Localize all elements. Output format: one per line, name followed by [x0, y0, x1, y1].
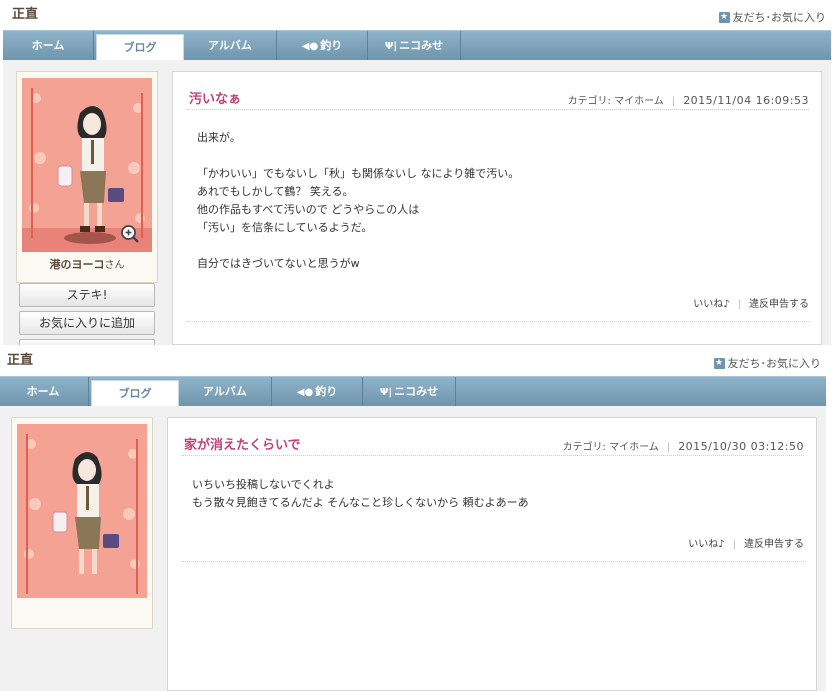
tab-blog[interactable]: ブログ — [91, 380, 179, 408]
tab-album[interactable]: アルバム — [179, 377, 272, 406]
blog-post: 家が消えたくらいで カテゴリ: マイホーム | 2015/10/30 03:12:5… — [167, 417, 817, 691]
title-divider — [187, 109, 809, 110]
post-date: 2015/10/30 03:12:50 — [678, 440, 804, 453]
post-body: いちいち投稿しないでくれよ もう散々見飽きてるんだよ そんなこと珍しくないから … — [192, 478, 529, 509]
blog-panel-2: 正直 ★ 友だち･お気に入り ホーム ブログ アルバム ◀● 釣り Ψ| ニコみせ — [0, 346, 827, 691]
like-button[interactable]: いいね♪ — [688, 539, 724, 550]
tab-home[interactable]: ホーム — [0, 377, 89, 406]
post-category[interactable]: カテゴリ: マイホーム — [563, 442, 659, 453]
friends-favorites-link[interactable]: ★ 友だち･お気に入り — [718, 9, 827, 25]
tab-fishing[interactable]: ◀● 釣り — [272, 377, 363, 406]
fork-knife-icon: Ψ| — [384, 41, 398, 52]
post-actions: いいね♪ | 違反申告する — [693, 299, 809, 310]
like-button[interactable]: いいね♪ — [693, 299, 729, 310]
post-body: 出来が。 「かわいい」でもないし「秋」も関係ないし なにより雑で汚い。 あれでも… — [197, 131, 520, 270]
tab-nikomise[interactable]: Ψ| ニコみせ — [368, 31, 461, 60]
avatar[interactable] — [22, 78, 152, 252]
avatar-image — [17, 424, 147, 598]
profile-name[interactable]: 港のヨーコさん — [17, 256, 157, 272]
post-title[interactable]: 家が消えたくらいで — [184, 434, 301, 453]
profile-card: 港のヨーコさん — [16, 71, 158, 283]
footer-divider — [182, 561, 804, 562]
profile-card — [11, 417, 153, 629]
report-link[interactable]: 違反申告する — [749, 299, 809, 310]
add-favorite-button[interactable]: お気に入りに追加 — [19, 311, 155, 335]
blog-panel-1: 正直 ★ 友だち･お気に入り ホーム ブログ アルバム ◀● 釣り Ψ| ニコみせ — [0, 0, 832, 345]
fish-icon: ◀● — [301, 41, 319, 52]
tab-home[interactable]: ホーム — [3, 31, 94, 60]
tab-nikomise[interactable]: Ψ| ニコみせ — [363, 377, 456, 406]
friends-favorites-label: 友だち･お気に入り — [732, 11, 827, 24]
suteki-button[interactable]: ステキ! — [19, 283, 155, 307]
user-name: 正直 — [12, 7, 39, 22]
blog-post: 汚いなぁ カテゴリ: マイホーム | 2015/11/04 16:09:53 出来が… — [172, 71, 822, 345]
tab-blog[interactable]: ブログ — [96, 34, 184, 62]
title-divider — [182, 455, 804, 456]
post-actions: いいね♪ | 違反申告する — [688, 539, 804, 550]
nav-bar: ホーム ブログ アルバム ◀● 釣り Ψ| ニコみせ — [3, 30, 831, 62]
star-icon: ★ — [713, 357, 725, 369]
tab-album[interactable]: アルバム — [184, 31, 277, 60]
tab-fishing[interactable]: ◀● 釣り — [277, 31, 368, 60]
user-name: 正直 — [7, 353, 34, 368]
post-title[interactable]: 汚いなぁ — [189, 88, 241, 107]
zoom-in-icon[interactable] — [120, 224, 140, 244]
report-link[interactable]: 違反申告する — [744, 539, 804, 550]
extra-button-partial[interactable] — [19, 339, 155, 345]
fish-icon: ◀● — [296, 387, 314, 398]
post-meta: カテゴリ: マイホーム | 2015/11/04 16:09:53 — [567, 94, 809, 107]
post-category[interactable]: カテゴリ: マイホーム — [568, 96, 664, 107]
footer-divider — [187, 321, 809, 322]
nav-bar: ホーム ブログ アルバム ◀● 釣り Ψ| ニコみせ — [0, 376, 826, 408]
friends-favorites-label: 友だち･お気に入り — [727, 357, 822, 370]
avatar[interactable] — [17, 424, 147, 598]
post-date: 2015/11/04 16:09:53 — [683, 94, 809, 107]
post-meta: カテゴリ: マイホーム | 2015/10/30 03:12:50 — [562, 440, 804, 453]
fork-knife-icon: Ψ| — [379, 387, 393, 398]
friends-favorites-link[interactable]: ★ 友だち･お気に入り — [713, 355, 822, 371]
star-icon: ★ — [718, 11, 730, 23]
